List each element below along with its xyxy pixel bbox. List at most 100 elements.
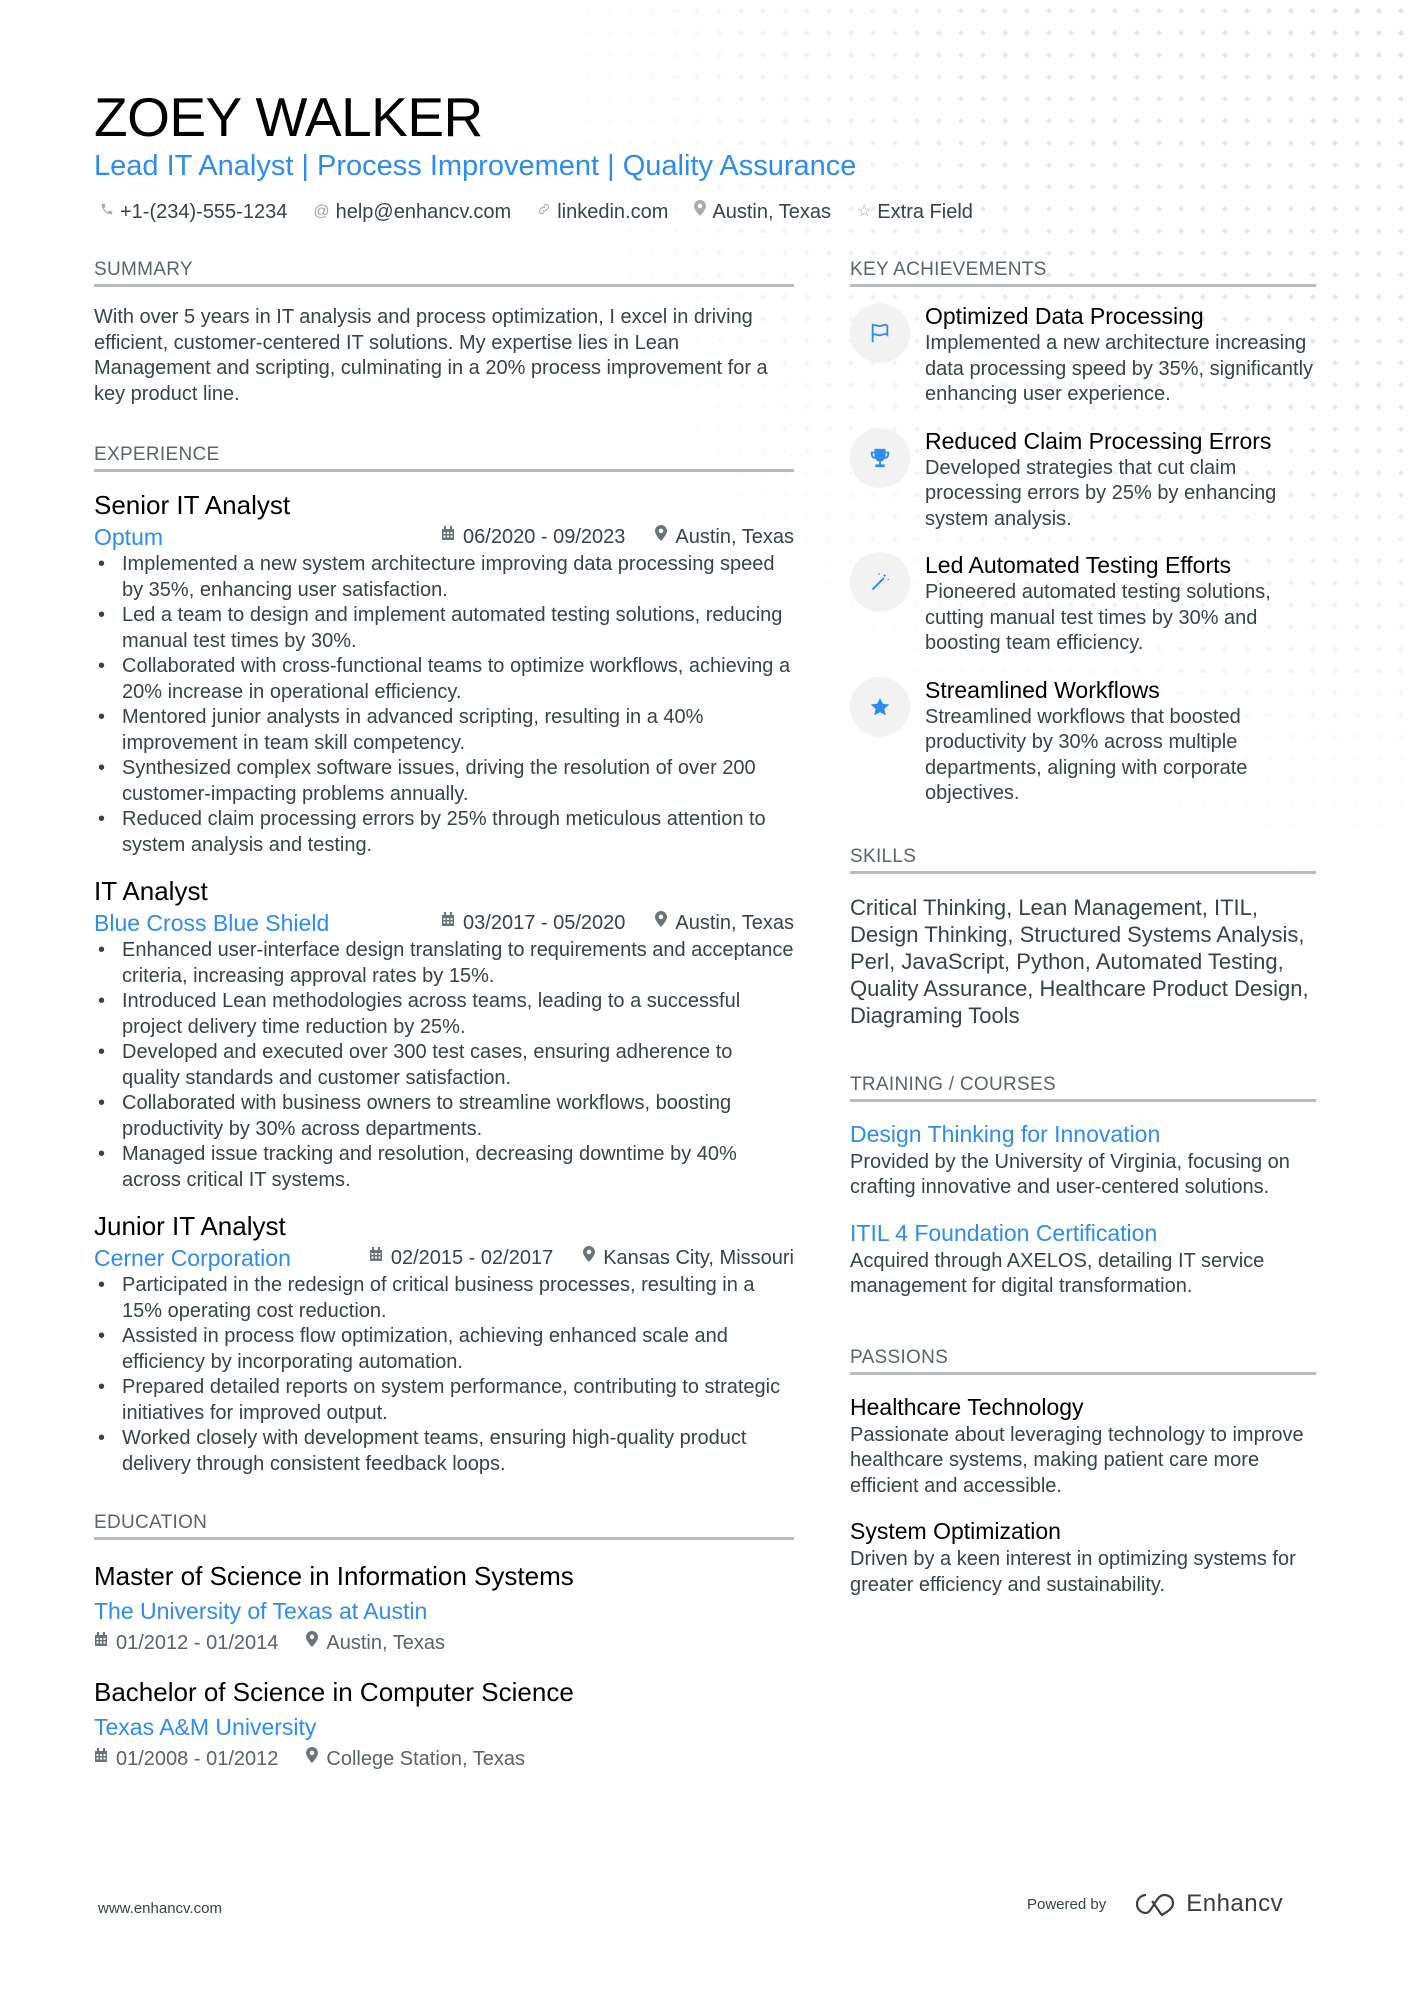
- job-dates: 02/2015 - 02/2017: [390, 1247, 554, 1269]
- section-title-summary: SUMMARY: [94, 258, 794, 287]
- location-icon: [583, 1243, 596, 1273]
- job-title: Junior IT Analyst: [94, 1211, 286, 1241]
- school-name: Texas A&M University: [94, 1714, 317, 1740]
- degree: Bachelor of Science in Computer Science: [94, 1677, 574, 1707]
- calendar-icon: [441, 522, 455, 552]
- course-item: ITIL 4 Foundation Certification Acquired…: [850, 1217, 1316, 1300]
- education-entry: Master of Science in Information Systems…: [94, 1558, 794, 1658]
- contact-bar: +1-(234)-555-1234 @ help@enhancv.com lin…: [100, 198, 999, 226]
- education-dates: 01/2008 - 01/2012: [116, 1748, 279, 1770]
- bullet-item: Synthesized complex software issues, dri…: [98, 756, 794, 807]
- job-title: IT Analyst: [94, 876, 208, 906]
- course-desc: Provided by the University of Virginia, …: [850, 1150, 1290, 1199]
- achievements-section: KEY ACHIEVEMENTS Optimized Data Processi…: [850, 258, 1316, 807]
- bullet-item: Collaborated with business owners to str…: [98, 1091, 794, 1142]
- location-icon: [655, 908, 668, 938]
- powered-by-label: Powered by: [1027, 1895, 1107, 1913]
- bullet-item: Introduced Lean methodologies across tea…: [98, 989, 794, 1040]
- footer-powered-by: Powered by Enhancv: [1027, 1890, 1283, 1918]
- star-icon: [850, 676, 910, 737]
- company-name: Optum: [94, 524, 164, 550]
- job-entry: IT Analyst Blue Cross Blue Shield 03/201…: [94, 874, 794, 1193]
- education-dates: 01/2012 - 01/2014: [116, 1632, 279, 1654]
- passion-item: Healthcare Technology Passionate about l…: [850, 1391, 1316, 1500]
- bullet-item: Developed and executed over 300 test cas…: [98, 1040, 794, 1091]
- flag-icon: [850, 303, 910, 363]
- enhancv-logo-icon: [1136, 1893, 1175, 1917]
- candidate-name: ZOEY WALKER: [94, 86, 483, 148]
- contact-email[interactable]: @ help@enhancv.com: [313, 198, 511, 226]
- bullet-item: Managed issue tracking and resolution, d…: [98, 1142, 794, 1193]
- trophy-icon: [850, 427, 910, 488]
- brand-name: Enhancv: [1186, 1890, 1284, 1917]
- calendar-icon: [94, 1744, 108, 1774]
- location-icon: [306, 1744, 319, 1774]
- achievement-title: Reduced Claim Processing Errors: [925, 427, 1272, 454]
- achievement-title: Optimized Data Processing: [925, 303, 1204, 329]
- contact-phone[interactable]: +1-(234)-555-1234: [100, 198, 287, 226]
- job-entry: Senior IT Analyst Optum 06/2020 - 09/202…: [94, 488, 794, 858]
- bullet-item: Participated in the redesign of critical…: [98, 1273, 794, 1324]
- passion-desc: Passionate about leveraging technology t…: [850, 1423, 1304, 1497]
- bullet-item: Worked closely with development teams, e…: [98, 1426, 794, 1477]
- degree: Master of Science in Information Systems: [94, 1561, 574, 1591]
- education-location: Austin, Texas: [326, 1632, 445, 1654]
- star-icon: ☆: [856, 203, 872, 220]
- bullet-item: Led a team to design and implement autom…: [98, 603, 794, 654]
- achievement-desc: Implemented a new architecture increasin…: [925, 332, 1314, 405]
- section-title-training: TRAINING / COURSES: [850, 1073, 1316, 1102]
- passion-desc: Driven by a keen interest in optimizing …: [850, 1548, 1296, 1596]
- achievement-item: Reduced Claim Processing Errors Develope…: [850, 426, 1316, 533]
- section-title-education: EDUCATION: [94, 1511, 794, 1540]
- left-column: SUMMARY With over 5 years in IT analysis…: [94, 258, 794, 1774]
- skills-list: Critical Thinking, Lean Management, ITIL…: [850, 894, 1309, 1028]
- job-dates: 03/2017 - 05/2020: [463, 912, 626, 934]
- job-location: Kansas City, Missouri: [603, 1247, 794, 1269]
- section-title-passions: PASSIONS: [850, 1346, 1316, 1375]
- bullet-item: Implemented a new system architecture im…: [98, 552, 794, 603]
- contact-linkedin[interactable]: linkedin.com: [537, 198, 668, 226]
- course-title: ITIL 4 Foundation Certification: [850, 1219, 1158, 1246]
- job-location: Austin, Texas: [675, 526, 794, 548]
- bullet-item: Prepared detailed reports on system perf…: [98, 1375, 794, 1426]
- skills-section: SKILLS Critical Thinking, Lean Managemen…: [850, 845, 1316, 1029]
- achievement-item: Optimized Data Processing Implemented a …: [850, 301, 1316, 408]
- enhancv-logo[interactable]: Enhancv: [1132, 1890, 1283, 1918]
- bullet-item: Enhanced user-interface design translati…: [98, 938, 794, 989]
- calendar-icon: [369, 1243, 383, 1273]
- achievement-desc: Pioneered automated testing solutions, c…: [925, 581, 1271, 654]
- experience-section: EXPERIENCE Senior IT Analyst Optum 06/20…: [94, 443, 794, 1477]
- course-item: Design Thinking for Innovation Provided …: [850, 1118, 1316, 1201]
- calendar-icon: [94, 1628, 108, 1658]
- magic-wand-icon: [850, 552, 910, 612]
- headline: Lead IT Analyst | Process Improvement | …: [94, 150, 857, 182]
- section-title-skills: SKILLS: [850, 845, 1316, 874]
- location-icon: [694, 198, 707, 226]
- company-name: Blue Cross Blue Shield: [94, 910, 330, 936]
- achievement-title: Led Automated Testing Efforts: [925, 552, 1232, 578]
- education-location: College Station, Texas: [326, 1748, 526, 1770]
- section-title-achievements: KEY ACHIEVEMENTS: [850, 258, 1316, 287]
- link-icon: [537, 198, 551, 226]
- job-entry: Junior IT Analyst Cerner Corporation 02/…: [94, 1209, 794, 1477]
- at-icon: @: [313, 203, 330, 220]
- passions-section: PASSIONS Healthcare Technology Passionat…: [850, 1346, 1316, 1599]
- location-icon: [306, 1628, 319, 1658]
- job-dates: 06/2020 - 09/2023: [463, 526, 626, 548]
- footer-website-link[interactable]: www.enhancv.com: [98, 1900, 222, 1917]
- education-entry: Bachelor of Science in Computer Science …: [94, 1674, 794, 1774]
- contact-extra: ☆ Extra Field: [857, 198, 973, 226]
- job-bullets: Implemented a new system architecture im…: [94, 552, 794, 858]
- achievement-desc: Streamlined workflows that boosted produ…: [925, 705, 1248, 805]
- job-bullets: Enhanced user-interface design translati…: [94, 938, 794, 1193]
- training-section: TRAINING / COURSES Design Thinking for I…: [850, 1073, 1316, 1300]
- passion-title: Healthcare Technology: [850, 1393, 1084, 1420]
- education-section: EDUCATION Master of Science in Informati…: [94, 1511, 794, 1774]
- school-name: The University of Texas at Austin: [94, 1598, 428, 1624]
- contact-location: Austin, Texas: [694, 198, 831, 226]
- passion-title: System Optimization: [850, 1518, 1061, 1544]
- job-title: Senior IT Analyst: [94, 490, 291, 520]
- achievement-desc: Developed strategies that cut claim proc…: [925, 456, 1277, 530]
- location-icon: [655, 522, 668, 552]
- course-title: Design Thinking for Innovation: [850, 1120, 1161, 1147]
